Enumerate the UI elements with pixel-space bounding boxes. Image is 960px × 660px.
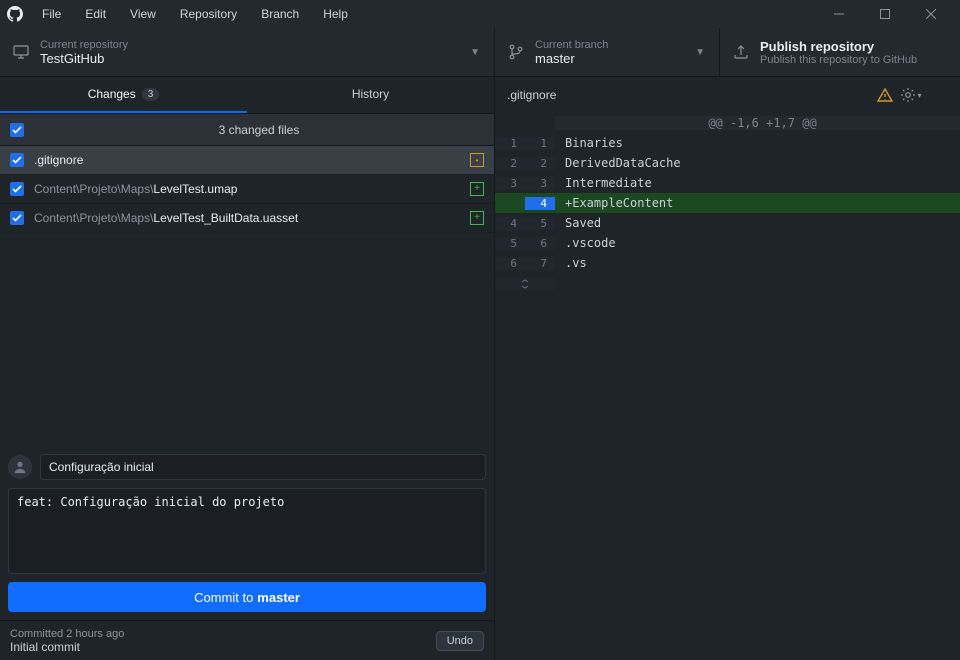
- file-path: .gitignore: [34, 153, 470, 167]
- diff-panel: .gitignore ▾ @@ -1,6 +1,7 @@11Binaries22…: [495, 77, 960, 660]
- branch-label: Current branch: [535, 39, 691, 51]
- file-path: Content\Projeto\Maps\LevelTest.umap: [34, 182, 470, 196]
- tab-changes[interactable]: Changes 3: [0, 77, 247, 113]
- expand-hunk-button[interactable]: [495, 273, 960, 295]
- tab-history-label: History: [352, 87, 389, 101]
- diff-header: .gitignore ▾: [495, 77, 960, 113]
- gear-icon[interactable]: ▾: [900, 84, 922, 106]
- titlebar: File Edit View Repository Branch Help: [0, 0, 960, 28]
- toolbar: Current repository TestGitHub ▼ Current …: [0, 28, 960, 77]
- file-checkbox[interactable]: [10, 153, 24, 167]
- branch-value: master: [535, 51, 691, 66]
- tab-changes-label: Changes: [88, 87, 136, 101]
- window-minimize-icon[interactable]: [816, 0, 862, 28]
- repo-label: Current repository: [40, 39, 466, 51]
- last-commit-message: Initial commit: [10, 640, 436, 654]
- git-branch-icon: [505, 44, 527, 60]
- changes-header: 3 changed files: [0, 113, 494, 146]
- github-logo-icon: [6, 5, 24, 23]
- warning-icon[interactable]: [874, 84, 896, 106]
- commit-description-input[interactable]: feat: Configuração inicial do projeto: [8, 488, 486, 574]
- publish-title: Publish repository: [760, 39, 950, 54]
- last-commit-time: Committed 2 hours ago: [10, 628, 436, 640]
- file-checkbox[interactable]: [10, 211, 24, 225]
- menu-repository[interactable]: Repository: [170, 3, 247, 25]
- added-icon: [470, 182, 484, 196]
- changes-header-label: 3 changed files: [34, 123, 484, 137]
- current-branch-dropdown[interactable]: Current branch master ▼: [495, 28, 720, 76]
- undo-button[interactable]: Undo: [436, 631, 484, 651]
- diff-line[interactable]: 22DerivedDataCache: [495, 153, 960, 173]
- desktop-icon: [10, 44, 32, 60]
- menu-edit[interactable]: Edit: [75, 3, 116, 25]
- menu-file[interactable]: File: [32, 3, 71, 25]
- changed-files-list: .gitignore Content\Projeto\Maps\LevelTest…: [0, 146, 494, 233]
- file-row[interactable]: Content\Projeto\Maps\LevelTest.umap: [0, 175, 494, 204]
- diff-hunk-header: @@ -1,6 +1,7 @@: [495, 113, 960, 133]
- diff-line[interactable]: 11Binaries: [495, 133, 960, 153]
- file-path: Content\Projeto\Maps\LevelTest_BuiltData…: [34, 211, 470, 225]
- publish-repository-button[interactable]: Publish repository Publish this reposito…: [720, 28, 960, 76]
- menu-view[interactable]: View: [120, 3, 166, 25]
- commit-summary-input[interactable]: [40, 454, 486, 480]
- added-icon: [470, 211, 484, 225]
- commit-button-prefix: Commit to: [194, 590, 253, 605]
- diff-line[interactable]: 33Intermediate: [495, 173, 960, 193]
- commit-button-branch: master: [257, 590, 300, 605]
- repo-value: TestGitHub: [40, 51, 466, 66]
- file-row[interactable]: .gitignore: [0, 146, 494, 175]
- diff-line[interactable]: 67.vs: [495, 253, 960, 273]
- publish-subtitle: Publish this repository to GitHub: [760, 54, 950, 66]
- select-all-checkbox[interactable]: [10, 123, 24, 137]
- commit-form: feat: Configuração inicial do projeto Co…: [0, 446, 494, 620]
- diff-line[interactable]: 45Saved: [495, 213, 960, 233]
- file-row[interactable]: Content\Projeto\Maps\LevelTest_BuiltData…: [0, 204, 494, 233]
- left-tabs: Changes 3 History: [0, 77, 494, 113]
- chevron-down-icon: ▼: [691, 47, 709, 58]
- diff-view: @@ -1,6 +1,7 @@11Binaries22DerivedDataCa…: [495, 113, 960, 295]
- current-repository-dropdown[interactable]: Current repository TestGitHub ▼: [0, 28, 495, 76]
- avatar: [8, 455, 32, 479]
- tab-history[interactable]: History: [247, 77, 494, 113]
- menu-branch[interactable]: Branch: [251, 3, 309, 25]
- modified-icon: [470, 153, 484, 167]
- diff-filename: .gitignore: [507, 88, 870, 102]
- window-maximize-icon[interactable]: [862, 0, 908, 28]
- tab-changes-count-badge: 3: [142, 88, 160, 101]
- app-menu: File Edit View Repository Branch Help: [32, 3, 358, 25]
- upload-icon: [730, 44, 752, 60]
- left-panel: Changes 3 History 3 changed files .gitig…: [0, 77, 495, 660]
- last-commit-bar: Committed 2 hours ago Initial commit Und…: [0, 620, 494, 660]
- menu-help[interactable]: Help: [313, 3, 358, 25]
- window-close-icon[interactable]: [908, 0, 954, 28]
- commit-button[interactable]: Commit to master: [8, 582, 486, 612]
- file-checkbox[interactable]: [10, 182, 24, 196]
- chevron-down-icon: ▼: [466, 47, 484, 58]
- diff-line[interactable]: 4+ExampleContent: [495, 193, 960, 213]
- diff-view-toggle-icon[interactable]: [926, 84, 948, 106]
- diff-line[interactable]: 56.vscode: [495, 233, 960, 253]
